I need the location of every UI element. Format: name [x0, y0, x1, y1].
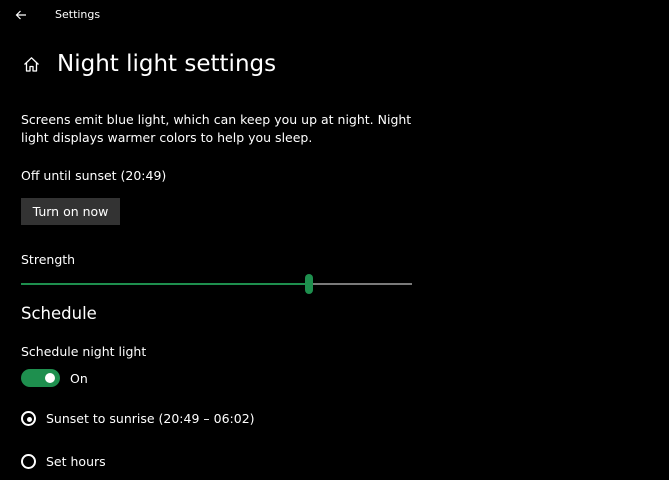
settings-window: Settings Night light settings Screens em… — [0, 0, 669, 480]
radio-label-sunset-to-sunrise[interactable]: Sunset to sunrise (20:49 – 06:02) — [46, 410, 255, 428]
home-icon — [23, 56, 39, 72]
title-bar: Settings — [0, 0, 669, 30]
strength-slider[interactable] — [21, 272, 412, 296]
strength-label: Strength — [21, 252, 76, 267]
toggle-knob — [45, 373, 55, 383]
toggle-state-label: On — [70, 371, 88, 386]
home-button[interactable] — [21, 54, 41, 74]
radio-set-hours[interactable] — [21, 454, 36, 469]
schedule-night-light-label: Schedule night light — [21, 344, 147, 359]
slider-track-filled — [21, 283, 305, 285]
description-text: Screens emit blue light, which can keep … — [21, 112, 412, 145]
schedule-toggle[interactable] — [21, 369, 60, 387]
page-title: Night light settings — [57, 51, 277, 77]
radio-sunset-to-sunrise[interactable] — [21, 411, 36, 426]
slider-track-empty — [313, 283, 412, 285]
app-title: Settings — [55, 8, 101, 21]
arrow-left-icon — [15, 10, 26, 20]
radio-label-set-hours[interactable]: Set hours — [46, 453, 106, 471]
back-button[interactable] — [10, 4, 32, 26]
slider-thumb[interactable] — [305, 274, 313, 294]
turn-on-now-button[interactable]: Turn on now — [21, 198, 120, 225]
radio-selected-dot — [26, 416, 32, 422]
schedule-heading: Schedule — [21, 304, 97, 323]
night-light-status: Off until sunset (20:49) — [21, 168, 167, 183]
